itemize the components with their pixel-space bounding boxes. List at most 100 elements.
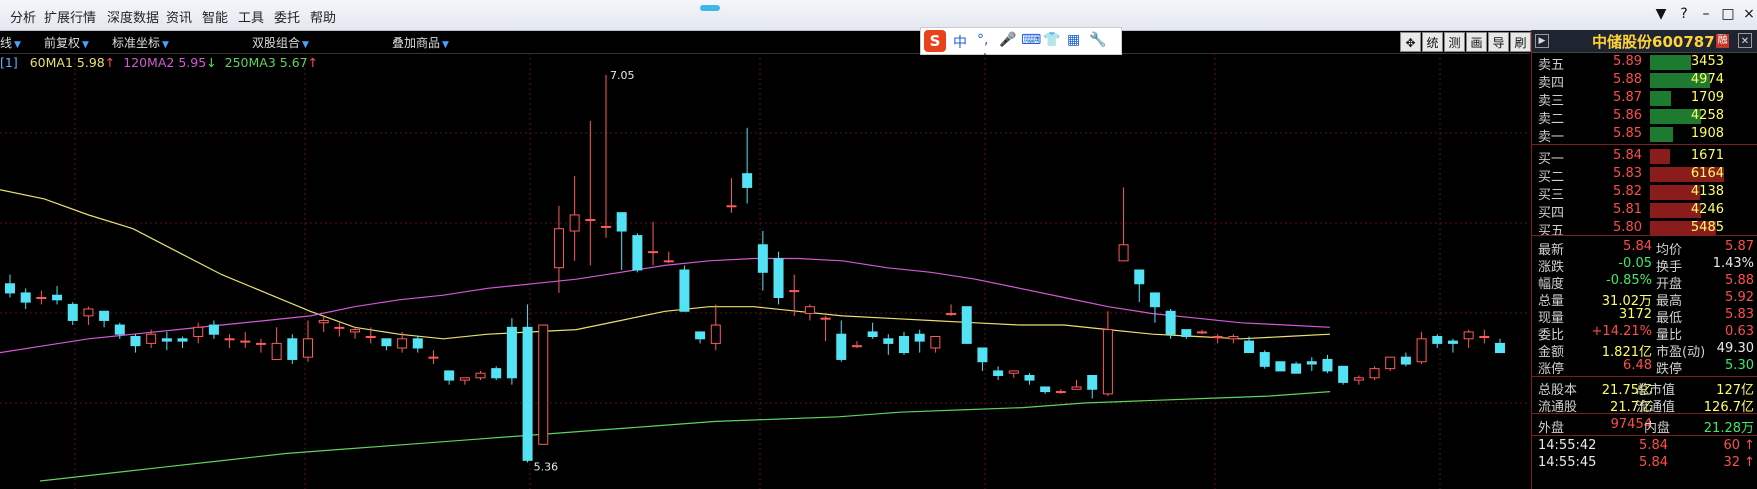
- candle-body: [742, 173, 753, 188]
- bid-row[interactable]: 买三 5.82 4138: [1532, 183, 1757, 203]
- candle: [255, 338, 266, 353]
- bid-row[interactable]: 买四 5.81 4246: [1532, 201, 1757, 221]
- menu-tools[interactable]: 工具: [238, 7, 264, 26]
- ask-row[interactable]: 卖一 5.85 1908: [1532, 125, 1757, 145]
- candle-body: [5, 283, 15, 294]
- menu-depth-data[interactable]: 深度数据: [107, 7, 159, 26]
- bid-row[interactable]: 买二 5.83 6164: [1532, 165, 1757, 185]
- adjust-selector[interactable]: 前复权 ▼: [44, 34, 89, 51]
- ma-line-120ma2: [0, 257, 1331, 354]
- kline-chart[interactable]: 7.05 5.36: [0, 53, 1530, 489]
- candle-body: [648, 251, 659, 254]
- candle-body: [334, 326, 345, 329]
- keyboard-icon[interactable]: ⌨: [1021, 32, 1041, 48]
- sogou-logo-icon[interactable]: S: [924, 30, 946, 52]
- candle: [679, 265, 690, 312]
- menu-news[interactable]: 资讯: [166, 7, 192, 26]
- tick-volume: 60: [1723, 438, 1740, 453]
- candle: [1400, 352, 1411, 367]
- chinese-mode-icon[interactable]: 中: [953, 32, 967, 52]
- stock-name: 中储股份: [1592, 33, 1653, 51]
- ask-row[interactable]: 卖五 5.89 3453: [1532, 53, 1757, 73]
- ask-row[interactable]: 卖二 5.86 4258: [1532, 107, 1757, 127]
- candle-body: [977, 347, 988, 363]
- candle-body: [757, 244, 768, 273]
- stats-tool-button[interactable]: 统: [1422, 32, 1443, 52]
- toolbox-icon[interactable]: 🔧: [1089, 32, 1106, 48]
- level-price: 5.87: [1613, 90, 1642, 105]
- candle-body: [506, 326, 517, 379]
- window-drag-handle[interactable]: [700, 5, 720, 11]
- export-tool-button[interactable]: 导: [1488, 32, 1509, 52]
- dropdown-icon[interactable]: ▼: [1652, 6, 1670, 22]
- divider: [1532, 376, 1757, 377]
- stat-value: 6.48: [1623, 358, 1652, 373]
- axis-selector[interactable]: 标准坐标 ▼: [112, 34, 169, 51]
- combo-selector[interactable]: 双股组合 ▼: [252, 34, 309, 51]
- tick-volume: 32: [1723, 455, 1740, 470]
- stat-row: 委比 +14.21% 量比 0.63: [1532, 323, 1757, 343]
- candle: [459, 377, 470, 385]
- candle-body: [208, 324, 219, 335]
- candle: [1463, 329, 1474, 348]
- stat-row: 现量 3172 最低 5.83: [1532, 306, 1757, 326]
- period-selector[interactable]: 线 ▼: [0, 34, 21, 51]
- ask-row[interactable]: 卖四 5.88 4974: [1532, 71, 1757, 91]
- overlay-selector[interactable]: 叠加商品 ▼: [392, 34, 449, 51]
- help-icon[interactable]: ?: [1675, 6, 1693, 22]
- menu-help[interactable]: 帮助: [310, 7, 336, 26]
- candle-body: [1134, 269, 1145, 285]
- candle: [444, 370, 455, 385]
- candle-body: [1369, 368, 1380, 379]
- candle-body: [820, 317, 831, 320]
- candle-body: [318, 319, 329, 324]
- menu-analysis[interactable]: 分析: [10, 7, 36, 26]
- measure-tool-button[interactable]: 测: [1444, 32, 1465, 52]
- level-price: 5.86: [1613, 108, 1642, 123]
- stat-row: 涨跌 -0.05 换手 1.43%: [1532, 255, 1757, 275]
- candle-body: [851, 345, 862, 348]
- level-volume: 4246: [1690, 202, 1724, 217]
- candle-body: [255, 342, 266, 345]
- candle-body: [1228, 336, 1239, 340]
- level-price: 5.84: [1613, 148, 1642, 163]
- candle-body: [961, 306, 972, 344]
- maximize-button[interactable]: □: [1719, 6, 1737, 22]
- menu-trade[interactable]: 委托: [274, 7, 300, 26]
- candle: [820, 315, 831, 342]
- panel-close-icon[interactable]: ✕: [1738, 33, 1752, 48]
- candle: [475, 370, 486, 381]
- candle-body: [130, 336, 141, 347]
- candle: [1228, 334, 1239, 344]
- candle: [601, 75, 611, 238]
- candle-body: [1118, 244, 1129, 262]
- menu-extended-quotes[interactable]: 扩展行情: [44, 7, 96, 26]
- candle-body: [1197, 331, 1207, 334]
- candle: [1479, 329, 1490, 344]
- panel-toggle-icon[interactable]: ▶: [1535, 34, 1549, 48]
- skin-icon[interactable]: 👕: [1043, 32, 1060, 48]
- candle: [1040, 386, 1051, 394]
- candle: [742, 127, 753, 204]
- pan-tool-button[interactable]: ✥: [1400, 32, 1421, 52]
- candle-body: [663, 260, 674, 263]
- close-button[interactable]: ×: [1740, 6, 1757, 22]
- candle-body: [883, 338, 894, 344]
- draw-tool-button[interactable]: 画: [1466, 32, 1487, 52]
- menu-smart[interactable]: 智能: [202, 7, 228, 26]
- bid-row[interactable]: 买一 5.84 1671: [1532, 147, 1757, 167]
- level-price: 5.89: [1613, 54, 1642, 69]
- inner-label: 内盘: [1644, 421, 1671, 436]
- refresh-tool-button[interactable]: 刷: [1510, 32, 1531, 52]
- ma3-value: 5.67: [279, 55, 308, 70]
- microphone-icon[interactable]: 🎤: [999, 32, 1016, 48]
- ask-row[interactable]: 卖三 5.87 1709: [1532, 89, 1757, 109]
- punctuation-icon[interactable]: °,: [977, 32, 988, 48]
- stat-label: 跌停: [1656, 362, 1683, 377]
- candle: [993, 366, 1004, 381]
- chart-toolbar: 线 ▼ 前复权 ▼ 标准坐标 ▼ 双股组合 ▼ 叠加商品 ▼: [0, 31, 1530, 54]
- minimize-button[interactable]: –: [1697, 6, 1715, 22]
- candle: [867, 322, 878, 339]
- candle-body: [1040, 386, 1051, 393]
- apps-icon[interactable]: ▦: [1067, 32, 1080, 48]
